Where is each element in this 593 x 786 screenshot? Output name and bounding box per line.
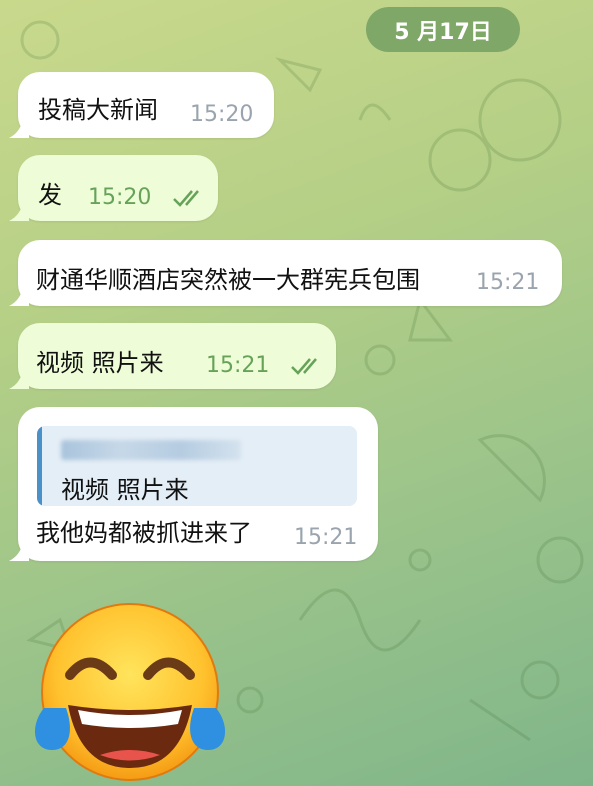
message-text: 财通华顺酒店突然被一大群宪兵包围 — [36, 266, 420, 294]
message-time: 15:20 — [88, 185, 152, 210]
message-time: 15:21 — [476, 270, 540, 295]
blurred-sender-name — [61, 440, 241, 460]
reply-quote[interactable]: 视频 照片来 — [37, 426, 357, 506]
message-bubble-incoming[interactable]: 财通华顺酒店突然被一大群宪兵包围 15:21 — [9, 240, 562, 306]
date-badge: 5 月17日 — [366, 7, 520, 52]
double-check-icon — [291, 358, 317, 375]
reply-quote-text: 视频 照片来 — [61, 476, 189, 504]
message-bubble-outgoing[interactable]: 视频 照片来 15:21 — [9, 323, 336, 389]
message-text: 我他妈都被抓进来了 — [36, 519, 252, 547]
reply-quote-bar — [37, 426, 42, 506]
bubble-tail — [9, 118, 29, 138]
message-text: 投稿大新闻 — [38, 96, 158, 124]
double-check-icon — [173, 190, 199, 207]
message-time: 15:20 — [190, 102, 254, 127]
message-time: 15:21 — [294, 525, 358, 550]
bubble-tail — [9, 541, 29, 561]
message-text: 发 — [38, 181, 62, 209]
bubble-tail — [9, 201, 29, 221]
message-bubble-incoming-reply[interactable]: 视频 照片来 我他妈都被抓进来了 15:21 — [9, 407, 378, 561]
bubble-tail — [9, 369, 29, 389]
message-text: 视频 照片来 — [36, 349, 164, 377]
message-bubble-outgoing[interactable]: 发 15:20 — [9, 155, 218, 221]
message-bubble-incoming[interactable]: 投稿大新闻 15:20 — [9, 72, 274, 138]
message-time: 15:21 — [206, 353, 270, 378]
tears-of-joy-emoji-sticker[interactable] — [30, 600, 230, 785]
bubble-tail — [9, 286, 29, 306]
